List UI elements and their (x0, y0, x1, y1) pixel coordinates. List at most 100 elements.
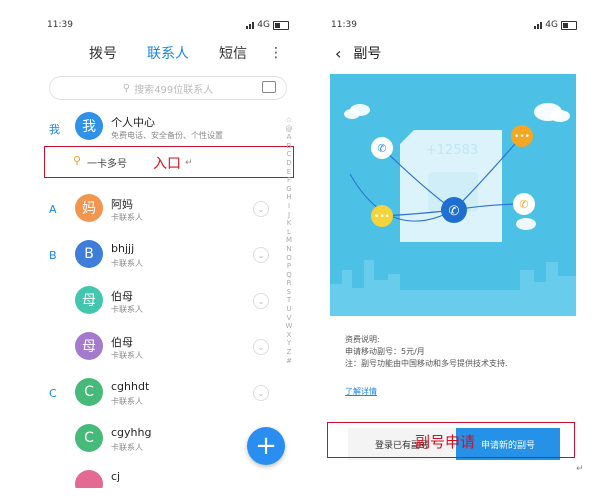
index-letter[interactable]: J (288, 211, 290, 220)
index-letter[interactable]: Y (287, 339, 291, 348)
signal-icon (246, 21, 255, 29)
index-letter[interactable]: G (286, 185, 291, 194)
index-letter[interactable]: K (287, 219, 292, 228)
fee-line: 申请移动副号：5元/月 (345, 347, 425, 356)
chevron-down-icon[interactable]: ⌄ (253, 201, 269, 217)
personal-center-row[interactable]: 我 我 个人中心 免费电话、安全备份、个性设置 (39, 106, 297, 150)
more-menu-icon[interactable]: ⋮ (269, 45, 283, 61)
contact-type: 卡联系人 (111, 213, 143, 222)
tab-messages[interactable]: 短信 (219, 43, 247, 63)
contact-name: bhjjj (111, 242, 135, 255)
contact-type: 卡联系人 (111, 443, 143, 452)
contact-name: 伯母 (111, 336, 133, 349)
section-letter-me: 我 (49, 123, 60, 136)
index-letter[interactable]: V (287, 314, 292, 323)
svg-text:•••: ••• (374, 212, 390, 222)
personal-center-subtitle: 免费电话、安全备份、个性设置 (111, 131, 223, 140)
status-time: 11:39 (331, 20, 357, 30)
index-letter[interactable]: O (286, 254, 292, 263)
avatar: 我 (75, 112, 103, 140)
learn-more-link[interactable]: 了解详情 (345, 386, 377, 397)
avatar (75, 470, 103, 488)
svg-text:✆: ✆ (519, 198, 528, 211)
network-label: 4G (545, 20, 558, 30)
chevron-down-icon[interactable]: ⌄ (253, 339, 269, 355)
sim-card-illustration: ✆ ••• ••• ✆ ✆ +12583 (330, 103, 576, 316)
contact-row[interactable]: B B bhjjj 卡联系人 ⌄ (39, 234, 297, 278)
svg-text:✆: ✆ (377, 142, 386, 155)
secondary-number-screen: 11:39 4G ‹ 副号 ✆ ••• ••• ✆ ✆ +12583 资费说明:… (323, 12, 585, 474)
tab-dialer[interactable]: 拨号 (89, 43, 117, 63)
avatar: C (75, 378, 103, 406)
contact-row[interactable]: 母 伯母 卡联系人 ⌄ (39, 280, 297, 324)
search-icon: ⚲ (122, 82, 131, 94)
contact-name: cghhdt (111, 380, 150, 393)
keyboard-icon[interactable] (262, 81, 276, 93)
index-letter[interactable]: T (287, 296, 291, 305)
index-letter[interactable]: L (287, 228, 291, 237)
contact-search-input[interactable]: ⚲ 搜索499位联系人 (49, 76, 287, 100)
index-letter[interactable]: M (286, 236, 292, 245)
avatar: 妈 (75, 194, 103, 222)
card-number: +12583 (426, 143, 478, 158)
secondary-number-illustration: ✆ ••• ••• ✆ ✆ +12583 (330, 74, 576, 316)
index-letter[interactable]: R (287, 279, 292, 288)
network-label: 4G (257, 20, 270, 30)
apply-annotation: 副号申请 (415, 433, 476, 451)
entry-highlight-box (44, 146, 294, 178)
personal-center-title: 个人中心 (111, 116, 155, 129)
svg-text:✆: ✆ (449, 204, 460, 219)
avatar: C (75, 424, 103, 452)
contact-row[interactable]: C C cghhdt 卡联系人 ⌄ (39, 372, 297, 416)
contact-type: 卡联系人 (111, 351, 143, 360)
index-letter[interactable]: F (287, 176, 291, 185)
index-letter[interactable]: @ (286, 125, 293, 134)
back-arrow-icon[interactable]: ‹ (335, 44, 341, 63)
contact-row[interactable]: 母 伯母 卡联系人 ⌄ (39, 326, 297, 370)
status-bar: 11:39 4G (323, 12, 585, 38)
svg-text:•••: ••• (514, 132, 530, 142)
contact-row[interactable]: A 妈 阿妈 卡联系人 ⌄ (39, 188, 297, 232)
index-letter[interactable]: Z (287, 348, 292, 357)
alphabet-index-bar[interactable]: ☆ @ A B C D E F G H I J K L M N O P Q R S T U V W X Y Z # (283, 116, 295, 365)
index-letter[interactable]: A (287, 133, 292, 142)
contact-name: 伯母 (111, 290, 133, 303)
status-bar: 11:39 4G (39, 12, 297, 38)
battery-icon (273, 20, 289, 30)
avatar: 母 (75, 286, 103, 314)
index-letter[interactable]: Q (286, 271, 292, 280)
index-letter[interactable]: N (286, 245, 291, 254)
contact-row[interactable]: cj (39, 464, 297, 488)
title-bar: ‹ 副号 (323, 38, 585, 68)
index-letter[interactable]: # (286, 357, 292, 366)
index-letter[interactable]: W (286, 322, 293, 331)
return-mark: ↵ (576, 464, 584, 474)
index-letter[interactable]: S (287, 288, 291, 297)
battery-icon (561, 20, 577, 30)
index-letter[interactable]: H (286, 193, 291, 202)
index-letter[interactable]: C (287, 150, 292, 159)
index-letter[interactable]: P (287, 262, 291, 271)
chevron-down-icon[interactable]: ⌄ (253, 385, 269, 401)
index-letter[interactable]: E (287, 168, 291, 177)
page-title: 副号 (353, 46, 382, 62)
tab-contacts[interactable]: 联系人 (147, 43, 189, 63)
section-letter: C (49, 387, 57, 400)
index-letter[interactable]: D (286, 159, 291, 168)
tab-bar: 拨号 联系人 短信 ⋮ (39, 38, 297, 68)
index-letter[interactable]: ☆ (286, 116, 292, 125)
section-letter: A (49, 203, 57, 216)
chevron-down-icon[interactable]: ⌄ (253, 247, 269, 263)
index-letter[interactable]: B (287, 142, 292, 151)
status-time: 11:39 (47, 20, 73, 30)
add-contact-button[interactable]: + (247, 427, 285, 465)
contact-type: 卡联系人 (111, 259, 143, 268)
index-letter[interactable]: U (286, 305, 291, 314)
contact-name: cgyhhg (111, 426, 152, 439)
contact-name: cj (111, 470, 121, 483)
section-letter: B (49, 249, 57, 262)
service-note: 注：副号功能由中国移动和多号提供技术支持. (345, 359, 508, 368)
index-letter[interactable]: X (287, 331, 292, 340)
chevron-down-icon[interactable]: ⌄ (253, 293, 269, 309)
index-letter[interactable]: I (288, 202, 290, 211)
